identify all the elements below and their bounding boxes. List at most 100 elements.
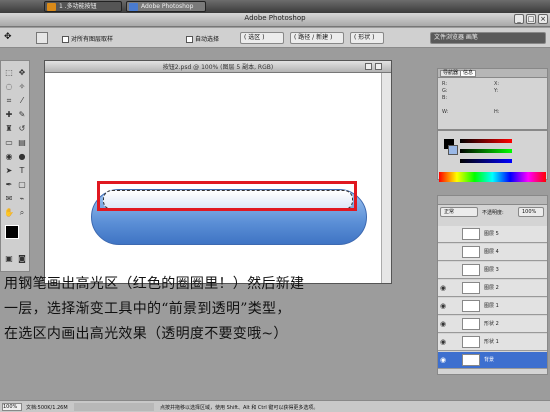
eye-icon[interactable]: ◉	[440, 356, 448, 364]
layers-tabs	[438, 196, 547, 205]
layer-row[interactable]: ◉ 图层 2	[438, 280, 547, 297]
info-g: G:	[442, 88, 448, 94]
red-slider[interactable]	[460, 139, 512, 143]
shape-tool-icon[interactable]: ▢	[16, 179, 28, 191]
info-r: R:	[442, 81, 448, 87]
layer-row[interactable]: ◉ 形状 2	[438, 316, 547, 333]
app-titlebar: Adobe Photoshop _ □ ×	[0, 13, 550, 27]
taskbar-tab-1[interactable]: 1 .多功能按钮	[44, 1, 122, 12]
minimize-button[interactable]: _	[514, 14, 524, 24]
layer-row[interactable]: ◉ 图层 1	[438, 298, 547, 315]
layer-thumbnail	[462, 300, 480, 312]
stamp-tool-icon[interactable]: ♜	[3, 123, 15, 135]
layer-thumbnail	[462, 336, 480, 348]
notes-tool-icon[interactable]: ✉	[3, 193, 15, 205]
zoom-tool-icon[interactable]: ⌕	[16, 207, 28, 219]
quickmask-on-icon[interactable]: ◙	[16, 253, 28, 265]
close-button[interactable]: ×	[538, 14, 548, 24]
hand-tool-icon[interactable]: ✋	[3, 207, 15, 219]
color-bg-swatch[interactable]	[448, 145, 458, 155]
app-icon	[47, 3, 56, 11]
green-slider[interactable]	[460, 149, 512, 153]
tab-navigator[interactable]: 导航器	[440, 70, 462, 77]
eye-icon[interactable]: ◉	[440, 284, 448, 292]
dodge-tool-icon[interactable]: ●	[16, 151, 28, 163]
color-ramp[interactable]	[439, 172, 546, 182]
blend-mode-select[interactable]: 正常	[440, 207, 478, 217]
eraser-tool-icon[interactable]: ▭	[3, 137, 15, 149]
status-hint: 点按并拖移以选择区域，使用 Shift、Alt 和 Ctrl 键可以获得更多选项…	[160, 405, 319, 411]
foreground-color-swatch[interactable]	[5, 225, 19, 239]
doc-maximize-button[interactable]	[375, 63, 382, 70]
layers-panel: 正常 不透明度: 100% 图层 5 图层 4 图层 3 ◉ 图层 2 ◉ 图层 1…	[437, 195, 548, 375]
document-scrollbar[interactable]	[381, 73, 391, 283]
tool-preset-icon[interactable]	[36, 32, 48, 44]
lasso-tool-icon[interactable]: ◌	[3, 81, 15, 93]
options-bar: ✥ 对所有图层取样 自动选择 ( 选区 ) ( 路径 / 新建 ) ( 形状 )…	[0, 28, 550, 48]
info-w: W:	[442, 109, 449, 115]
move-tool-icon[interactable]: ✥	[16, 67, 28, 79]
navigator-info-panel: 导航器 信息 R: G: B: X: Y: W: H:	[437, 68, 548, 130]
layer-thumbnail	[462, 318, 480, 330]
layer-row[interactable]: 图层 4	[438, 244, 547, 261]
maximize-button[interactable]: □	[526, 14, 536, 24]
gradient-tool-icon[interactable]: ▤	[16, 137, 28, 149]
photoshop-icon	[129, 3, 138, 11]
layer-row[interactable]: 图层 5	[438, 226, 547, 243]
caption-line-1: 用钢笔画出高光区（红色的圈圈里！）然后新建	[4, 276, 305, 292]
layer-thumbnail	[462, 246, 480, 258]
file-browser-box[interactable]: 文件浏览器 画笔	[430, 32, 546, 44]
brush-tool-icon[interactable]: ✎	[16, 109, 28, 121]
opacity-label: 不透明度:	[482, 210, 504, 216]
document-window: 按钮2.psd @ 100% (图层 5 副本, RGB)	[44, 60, 392, 284]
layer-row-selected[interactable]: ◉ 背景	[438, 352, 547, 369]
info-b: B:	[442, 95, 448, 101]
taskbar-tab-2[interactable]: Adobe Photoshop	[126, 1, 206, 12]
blue-slider[interactable]	[460, 159, 512, 163]
type-tool-icon[interactable]: T	[16, 165, 28, 177]
status-bar: 100% 文档:500K/1.26M 点按并拖移以选择区域，使用 Shift、A…	[0, 400, 550, 412]
option-button-1[interactable]: ( 选区 )	[240, 32, 284, 44]
tutorial-caption: 用钢笔画出高光区（红色的圈圈里！）然后新建 一层，选择渐变工具中的“前景到透明”…	[4, 272, 354, 347]
eyedropper-tool-icon[interactable]: ⌁	[16, 193, 28, 205]
doc-minimize-button[interactable]	[365, 63, 372, 70]
move-tool-icon[interactable]: ✥	[4, 32, 18, 44]
panel-tabs: 导航器 信息	[438, 69, 547, 78]
healing-tool-icon[interactable]: ✚	[3, 109, 15, 121]
auto-select-option[interactable]: 自动选择	[186, 34, 219, 43]
all-layers-option[interactable]: 对所有图层取样	[62, 34, 113, 43]
layer-thumbnail	[462, 282, 480, 294]
caption-line-3: 在选区内画出高光效果（透明度不要变哦~）	[4, 326, 288, 342]
zoom-field[interactable]: 100%	[2, 403, 22, 411]
layer-row[interactable]: ◉ 形状 1	[438, 334, 547, 351]
taskbar: 1 .多功能按钮 Adobe Photoshop	[0, 0, 550, 13]
marquee-tool-icon[interactable]: ⬚	[3, 67, 15, 79]
layer-thumbnail	[462, 228, 480, 240]
layer-thumbnail	[462, 354, 480, 366]
layer-thumbnail	[462, 264, 480, 276]
caption-line-2: 一层，选择渐变工具中的“前景到透明”类型，	[4, 301, 291, 317]
wand-tool-icon[interactable]: ✧	[16, 81, 28, 93]
history-brush-icon[interactable]: ↺	[16, 123, 28, 135]
eye-icon[interactable]: ◉	[440, 320, 448, 328]
eye-icon[interactable]: ◉	[440, 338, 448, 346]
layer-row[interactable]: 图层 3	[438, 262, 547, 279]
doc-info: 文档:500K/1.26M	[26, 405, 68, 411]
blur-tool-icon[interactable]: ◉	[3, 151, 15, 163]
quickmask-off-icon[interactable]: ▣	[3, 253, 15, 265]
slice-tool-icon[interactable]: ⁄	[16, 95, 28, 107]
app-title: Adobe Photoshop	[244, 14, 306, 22]
pen-tool-icon[interactable]: ✒	[3, 179, 15, 191]
opacity-field[interactable]: 100%	[518, 207, 544, 217]
eye-icon[interactable]: ◉	[440, 302, 448, 310]
document-titlebar: 按钮2.psd @ 100% (图层 5 副本, RGB)	[45, 61, 391, 73]
option-button-3[interactable]: ( 形状 )	[350, 32, 384, 44]
option-button-2[interactable]: ( 路径 / 新建 )	[290, 32, 344, 44]
crop-tool-icon[interactable]: ⌗	[3, 95, 15, 107]
info-y: Y:	[494, 88, 499, 94]
red-annotation-box	[97, 181, 357, 211]
tab-info[interactable]: 信息	[460, 70, 477, 77]
path-select-icon[interactable]: ➤	[3, 165, 15, 177]
info-h: H:	[494, 109, 500, 115]
info-x: X:	[494, 81, 500, 87]
